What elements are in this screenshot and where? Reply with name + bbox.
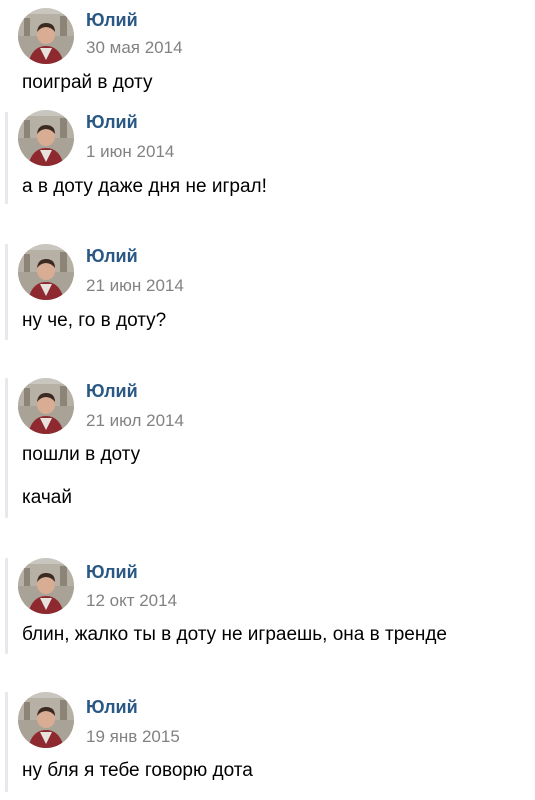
author-name[interactable]: Юлий — [86, 697, 138, 718]
message-text: поиграй в доту — [22, 72, 153, 93]
thread-bar — [5, 378, 8, 518]
author-name[interactable]: Юлий — [86, 10, 138, 31]
message-date[interactable]: 19 янв 2015 — [86, 727, 180, 747]
message-text: качай — [22, 487, 72, 508]
message-text: а в доту даже дня не играл! — [22, 176, 267, 197]
user-photo-icon — [18, 244, 74, 300]
message-date[interactable]: 30 мая 2014 — [86, 38, 183, 58]
user-photo-icon — [18, 692, 74, 748]
avatar[interactable] — [18, 244, 74, 300]
author-name[interactable]: Юлий — [86, 112, 138, 133]
message-date[interactable]: 12 окт 2014 — [86, 591, 177, 611]
author-name[interactable]: Юлий — [86, 562, 138, 583]
avatar[interactable] — [18, 378, 74, 434]
message-text: ну че, го в доту? — [22, 310, 167, 331]
avatar[interactable] — [18, 558, 74, 614]
author-name[interactable]: Юлий — [86, 246, 138, 267]
user-photo-icon — [18, 558, 74, 614]
message-text: пошли в доту — [22, 444, 141, 465]
message-text: ну бля я тебе говорю дота — [22, 760, 253, 781]
user-photo-icon — [18, 110, 74, 166]
thread-bar — [5, 692, 8, 792]
avatar[interactable] — [18, 692, 74, 748]
avatar[interactable] — [18, 110, 74, 166]
user-photo-icon — [18, 378, 74, 434]
user-photo-icon — [18, 8, 74, 64]
message-date[interactable]: 21 июн 2014 — [86, 276, 184, 296]
avatar[interactable] — [18, 8, 74, 64]
author-name[interactable]: Юлий — [86, 381, 138, 402]
message-date[interactable]: 21 июл 2014 — [86, 411, 184, 431]
thread-bar — [5, 558, 8, 654]
thread-bar — [5, 112, 8, 204]
message-date[interactable]: 1 июн 2014 — [86, 142, 174, 162]
message-text: блин, жалко ты в доту не играешь, она в … — [22, 624, 447, 645]
thread-bar — [5, 244, 8, 340]
